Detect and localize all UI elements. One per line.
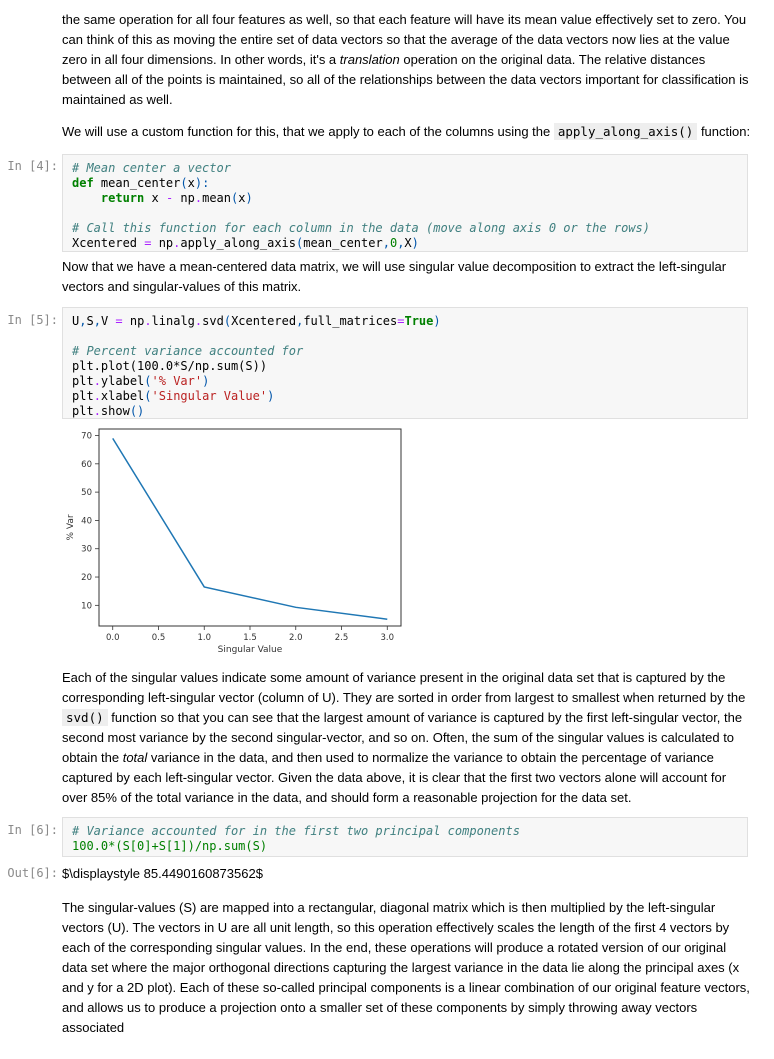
code-comment: # Variance accounted for in the first tw… [72,824,520,838]
emphasis-text: total [122,750,148,765]
text: Each of the singular values indicate som… [62,670,746,705]
y-tick-label: 50 [81,488,92,498]
y-tick-label: 60 [81,460,92,470]
x-tick-label: 2.5 [335,633,349,643]
output-value: $\displaystyle 85.4490160873562$ [62,866,263,881]
inline-code: svd() [62,709,108,726]
x-axis-label: Singular Value [218,645,283,655]
x-tick-label: 1.0 [197,633,211,643]
markdown-paragraph-singular-values: Each of the singular values indicate som… [62,668,752,808]
y-tick-label: 70 [81,432,92,442]
x-tick-label: 3.0 [381,633,395,643]
y-tick-label: 10 [81,601,92,611]
y-tick-label: 40 [81,516,92,526]
text: The singular-values (S) are mapped into … [62,900,750,1035]
x-tick-label: 0.5 [152,633,166,643]
x-tick-label: 2.0 [289,633,303,643]
markdown-paragraph-principal-components: The singular-values (S) are mapped into … [62,898,752,1038]
x-tick-label: 0.0 [106,633,120,643]
y-tick-label: 30 [81,545,92,555]
output-prompt: Out[6]: [7,866,58,880]
y-tick-label: 20 [81,573,92,583]
code-expression: 100.0*(S[0]+S[1])/np.sum(S) [72,839,268,853]
input-prompt: In [6]: [7,823,58,837]
x-tick-label: 1.5 [243,633,257,643]
text: variance in the data, and then used to n… [62,750,727,805]
y-axis-label: % Var [66,514,76,540]
code-cell-variance-sum[interactable]: # Variance accounted for in the first tw… [62,817,748,857]
